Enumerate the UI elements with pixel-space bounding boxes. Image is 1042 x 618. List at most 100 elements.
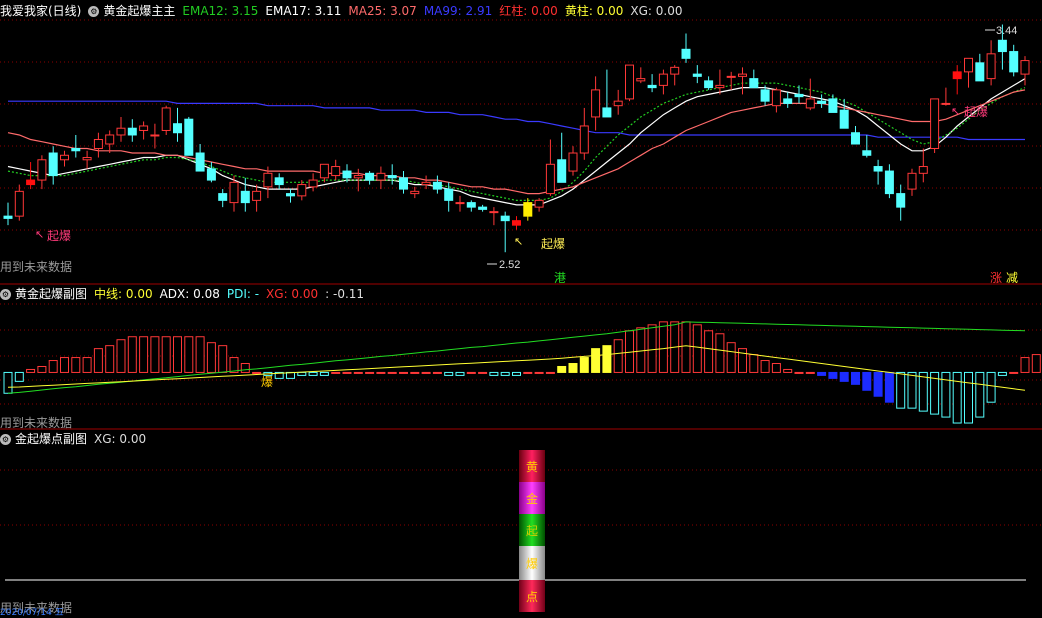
candle-body <box>387 175 397 179</box>
indicator-bar <box>308 371 318 376</box>
indicator-bar <box>591 348 601 373</box>
candle-body <box>534 199 544 208</box>
candle-body <box>60 154 69 161</box>
candle-body <box>376 172 386 181</box>
candle-body <box>116 127 126 136</box>
candle-body <box>975 62 985 82</box>
candle-body <box>82 157 92 161</box>
candle-body <box>670 66 680 75</box>
indicator-bar <box>421 371 431 374</box>
indicator-bar <box>975 371 985 418</box>
signal-column-label: 黄 <box>526 460 538 474</box>
indicator-bar <box>37 365 47 373</box>
candle-body <box>206 168 216 181</box>
signal-column-label: 金 <box>526 491 538 506</box>
indicator-bar <box>918 371 928 412</box>
candle-body <box>184 118 194 156</box>
candle-body <box>771 89 781 107</box>
signal-column-label: 起 <box>526 524 538 538</box>
candle-body <box>466 202 476 208</box>
candle-body <box>964 57 973 73</box>
candle-body <box>1009 51 1019 73</box>
candle-body <box>500 215 510 222</box>
indicator-bar <box>1009 371 1019 374</box>
candle-body <box>297 184 307 197</box>
indicator-bar <box>692 324 702 373</box>
indicator-bar <box>478 371 488 374</box>
indicator-bar <box>353 371 363 374</box>
indicator-bar <box>71 357 81 373</box>
candle-body <box>941 102 951 105</box>
indicator-bar <box>704 330 714 373</box>
candle-body <box>579 125 589 154</box>
indicator-bar <box>1020 357 1030 373</box>
candle-body <box>647 84 657 89</box>
candle-body <box>37 159 47 181</box>
candle-body <box>308 179 318 188</box>
indicator-bar <box>173 336 182 373</box>
candle-body <box>907 172 917 190</box>
candle-body <box>591 89 601 118</box>
candle-body <box>613 100 623 107</box>
indicator-bar <box>342 371 352 374</box>
indicator-bar <box>534 371 544 374</box>
candle-body <box>455 202 465 205</box>
candle-body <box>557 159 567 183</box>
chart-label-gang: 港 <box>554 271 566 285</box>
signal-column-label: 点 <box>526 590 538 604</box>
indicator-bar <box>613 339 623 373</box>
candle-body <box>127 127 137 136</box>
indicator-bar <box>3 371 13 394</box>
candle-body <box>726 75 736 78</box>
candle-body <box>263 172 273 188</box>
indicator-bar <box>512 371 521 376</box>
indicator-bar <box>839 371 849 382</box>
indicator-bar <box>884 371 894 403</box>
candle-body <box>930 98 940 150</box>
candle-body <box>952 71 962 80</box>
candle-body <box>331 166 341 177</box>
indicator-bar <box>297 371 307 376</box>
indicator-bar <box>681 321 691 373</box>
candle-body <box>636 78 646 82</box>
indicator-bar <box>60 357 69 373</box>
candle-body <box>139 125 149 131</box>
candle-body <box>319 163 329 179</box>
ma-line-ema12 <box>7 78 1026 206</box>
indicator-bar <box>218 345 228 373</box>
indicator-bar <box>997 371 1007 376</box>
candle-body <box>760 89 770 102</box>
indicator-bar <box>206 342 216 373</box>
arrow-icon: ↖ <box>35 228 44 241</box>
chart-canvas[interactable]: 起爆起爆起爆2.523.44港涨减爆黄金起爆点↖↖↖ <box>0 0 1042 618</box>
indicator-bar <box>1031 354 1041 373</box>
chart-label-bao: 爆 <box>261 375 273 389</box>
indicator-bar <box>184 336 194 373</box>
indicator-bar <box>399 371 408 374</box>
candle-body <box>873 166 883 172</box>
chart-label-qb1: 起爆 <box>47 229 71 243</box>
indicator-bar <box>738 348 747 373</box>
indicator-bar <box>195 336 205 373</box>
candle-body <box>48 152 58 177</box>
indicator-bar <box>26 368 36 373</box>
candle-body <box>342 170 352 179</box>
indicator-bar <box>952 371 962 424</box>
indicator-bar <box>896 371 906 409</box>
indicator-bar <box>805 371 815 374</box>
candle-body <box>896 193 906 208</box>
candle-body <box>817 100 827 104</box>
indicator-bar <box>444 371 454 376</box>
indicator-bar <box>139 336 149 373</box>
candle-body <box>625 64 634 100</box>
indicator-bar <box>964 371 973 424</box>
candle-body <box>365 172 375 181</box>
indicator-bar <box>387 371 397 374</box>
indicator-bar <box>658 321 668 373</box>
candle-body <box>195 152 205 172</box>
candle-body <box>828 98 838 113</box>
indicator-bar <box>500 371 510 376</box>
candle-body <box>444 188 454 201</box>
arrow-icon: ↖ <box>514 235 523 248</box>
indicator-bar <box>783 368 793 373</box>
